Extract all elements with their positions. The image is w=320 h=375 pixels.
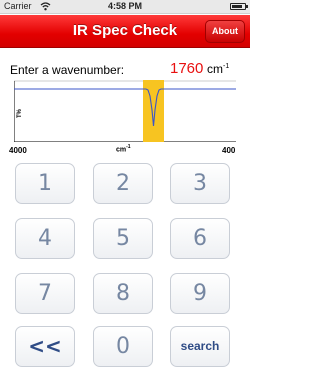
navigation-bar: IR Spec Check About: [0, 15, 250, 48]
key-7[interactable]: 7: [15, 273, 75, 314]
key-1[interactable]: 1: [15, 163, 75, 204]
y-axis-label: T%: [17, 108, 23, 118]
key-6[interactable]: 6: [170, 218, 230, 259]
about-button[interactable]: About: [205, 20, 245, 43]
key-5[interactable]: 5: [93, 218, 153, 259]
x-axis-left-label: 4000: [9, 146, 27, 155]
key-2[interactable]: 2: [93, 163, 153, 204]
clock: 4:58 PM: [107, 1, 142, 11]
key-4[interactable]: 4: [15, 218, 75, 259]
x-axis-unit-label: cm-1: [116, 144, 131, 154]
ir-spectrum-plot: T%: [14, 80, 236, 142]
key-9[interactable]: 9: [170, 273, 230, 314]
status-bar: Carrier 4:58 PM: [0, 0, 250, 14]
battery-icon: [230, 3, 248, 10]
wavenumber-prompt: Enter a wavenumber:: [10, 63, 125, 77]
wavenumber-value[interactable]: 1760: [170, 60, 203, 77]
key-3[interactable]: 3: [170, 163, 230, 204]
backspace-button[interactable]: <<: [15, 326, 75, 367]
x-axis-right-label: 400: [222, 146, 236, 155]
wavenumber-unit: cm-1: [207, 62, 230, 76]
spectrum-trace: [14, 88, 236, 127]
key-8[interactable]: 8: [93, 273, 153, 314]
key-0[interactable]: 0: [93, 326, 153, 367]
search-button[interactable]: search: [170, 326, 230, 367]
